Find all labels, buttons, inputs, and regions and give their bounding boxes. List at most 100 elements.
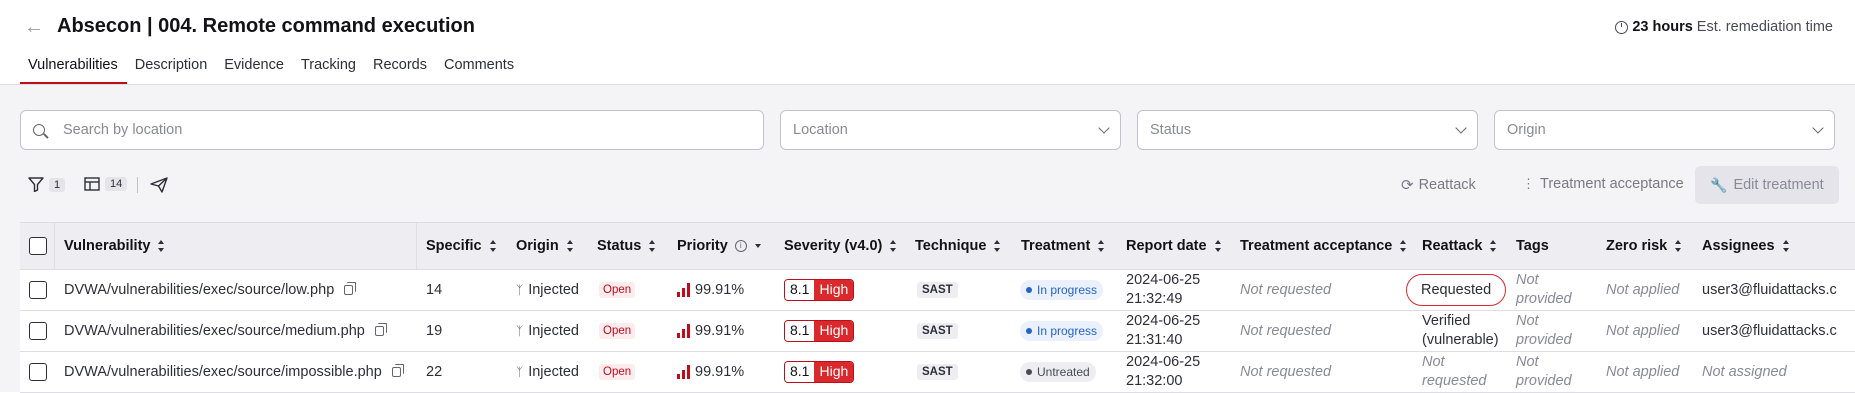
treatment-badge: In progress: [1020, 311, 1104, 351]
column-header-severity[interactable]: Severity (v4.0): [784, 223, 897, 269]
tags-value: Not provided: [1516, 272, 1572, 307]
tab-evidence[interactable]: Evidence: [216, 57, 293, 85]
tab-records[interactable]: Records: [365, 57, 436, 85]
treatment-acceptance-value: Not requested: [1240, 364, 1332, 380]
vulnerability-path[interactable]: DVWA/vulnerabilities/exec/source/impossi…: [64, 352, 404, 392]
treatment-acceptance-button[interactable]: ⋮ Treatment acceptance: [1522, 176, 1684, 192]
remediation-time: 23 hours Est. remediation time: [1615, 19, 1833, 35]
column-header-zero-risk[interactable]: Zero risk: [1606, 223, 1682, 269]
copy-icon[interactable]: [344, 282, 357, 295]
sort-icon: [890, 240, 897, 252]
column-header-treatment[interactable]: Treatment: [1021, 223, 1105, 269]
table-row[interactable]: DVWA/vulnerabilities/exec/source/low.php…: [20, 270, 1855, 311]
vulnerability-path[interactable]: DVWA/vulnerabilities/exec/source/medium.…: [64, 311, 387, 351]
filter-button[interactable]: 1: [28, 177, 66, 192]
branch-icon: ᛉ: [516, 283, 524, 297]
column-header-treatment-acceptance[interactable]: Treatment acceptance: [1240, 223, 1407, 269]
branch-icon: ᛉ: [516, 365, 524, 379]
toolbar-divider: [137, 177, 138, 193]
tab-vulnerabilities[interactable]: Vulnerabilities: [20, 57, 127, 85]
info-icon: i: [734, 240, 747, 252]
table-row[interactable]: DVWA/vulnerabilities/exec/source/impossi…: [20, 352, 1855, 393]
sort-desc-icon: [754, 244, 761, 248]
sort-icon: [1098, 240, 1105, 252]
report-date: 2024-06-25 21:32:00: [1126, 354, 1201, 389]
specific-value: 22: [426, 364, 443, 380]
zero-risk-value: Not applied: [1606, 282, 1680, 298]
treatment-badge: In progress: [1020, 270, 1104, 310]
location-select[interactable]: Location: [780, 110, 1121, 150]
sort-icon: [649, 240, 656, 252]
sort-icon: [1782, 240, 1790, 252]
column-header-priority[interactable]: Priority i: [677, 223, 761, 269]
sort-icon: [1675, 240, 1682, 252]
tab-comments[interactable]: Comments: [436, 57, 523, 85]
origin-value: ᛉ Injected: [516, 323, 579, 339]
status-placeholder: Status: [1150, 122, 1192, 138]
send-icon: [150, 177, 168, 193]
row-checkbox[interactable]: [29, 311, 47, 351]
column-header-assignees[interactable]: Assignees: [1702, 223, 1790, 269]
columns-count: 14: [105, 177, 128, 191]
search-placeholder: Search by location: [63, 122, 183, 138]
priority-bars-icon: [677, 324, 690, 338]
tab-tracking[interactable]: Tracking: [293, 57, 365, 85]
columns-button[interactable]: 14: [84, 177, 128, 191]
column-header-specific[interactable]: Specific: [426, 223, 497, 269]
treatment-badge: Untreated: [1020, 352, 1096, 392]
priority-bars-icon: [677, 283, 690, 297]
reattack-value: Not requested: [1422, 354, 1487, 389]
copy-icon[interactable]: [391, 364, 404, 377]
refresh-icon: ⟳: [1401, 177, 1414, 194]
remediation-label: Est. remediation time: [1696, 19, 1833, 35]
zero-risk-value: Not applied: [1606, 323, 1680, 339]
wrench-icon: 🔧: [1710, 176, 1728, 193]
status-select[interactable]: Status: [1137, 110, 1478, 150]
sort-icon: [158, 240, 165, 252]
column-header-report-date[interactable]: Report date: [1126, 223, 1222, 269]
back-arrow-icon[interactable]: ←: [24, 16, 46, 38]
reattack-button[interactable]: ⟳ Reattack: [1401, 176, 1476, 194]
copy-icon[interactable]: [374, 323, 387, 336]
treatment-acceptance-value: Not requested: [1240, 323, 1332, 339]
chevron-down-icon: [1455, 122, 1467, 134]
technique-badge: SAST: [917, 311, 958, 351]
column-header-vulnerability[interactable]: Vulnerability: [64, 223, 165, 269]
origin-select[interactable]: Origin: [1494, 110, 1835, 150]
table-header: Vulnerability Specific Origin Status Pri…: [20, 222, 1855, 270]
column-header-tags[interactable]: Tags: [1516, 223, 1549, 269]
table-row[interactable]: DVWA/vulnerabilities/exec/source/medium.…: [20, 311, 1855, 352]
report-date: 2024-06-25 21:32:49: [1126, 272, 1201, 307]
sort-icon: [489, 240, 497, 252]
filter-icon: [28, 177, 44, 192]
column-header-status[interactable]: Status: [597, 223, 656, 269]
column-header-origin[interactable]: Origin: [516, 223, 574, 269]
specific-value: 14: [426, 282, 443, 298]
column-header-technique[interactable]: Technique: [915, 223, 1001, 269]
vulnerability-path[interactable]: DVWA/vulnerabilities/exec/source/low.php: [64, 270, 357, 310]
reattack-requested-badge: Requested: [1406, 270, 1507, 310]
origin-placeholder: Origin: [1507, 122, 1546, 138]
row-checkbox[interactable]: [29, 270, 47, 310]
send-button[interactable]: [150, 177, 168, 193]
sort-icon: [1490, 240, 1497, 252]
treatment-acceptance-value: Not requested: [1240, 282, 1332, 298]
column-header-reattack[interactable]: Reattack: [1422, 223, 1497, 269]
origin-value: ᛉ Injected: [516, 364, 579, 380]
severity-badge: 8.1 High: [784, 352, 855, 392]
tab-bar: Vulnerabilities Description Evidence Tra…: [20, 57, 523, 85]
tab-description[interactable]: Description: [127, 57, 217, 85]
select-all-checkbox[interactable]: [29, 223, 47, 269]
tags-value: Not provided: [1516, 313, 1572, 348]
priority-bars-icon: [677, 365, 690, 379]
edit-treatment-button[interactable]: 🔧 Edit treatment: [1695, 166, 1839, 204]
row-checkbox[interactable]: [29, 352, 47, 392]
search-input[interactable]: Search by location: [20, 110, 764, 150]
status-badge: Open: [599, 311, 636, 351]
report-date: 2024-06-25 21:31:40: [1126, 313, 1201, 348]
technique-badge: SAST: [917, 352, 958, 392]
priority-value: 99.91%: [677, 270, 744, 310]
branch-icon: ᛉ: [516, 324, 524, 338]
location-placeholder: Location: [793, 122, 848, 138]
more-vertical-icon: ⋮: [1522, 176, 1535, 191]
